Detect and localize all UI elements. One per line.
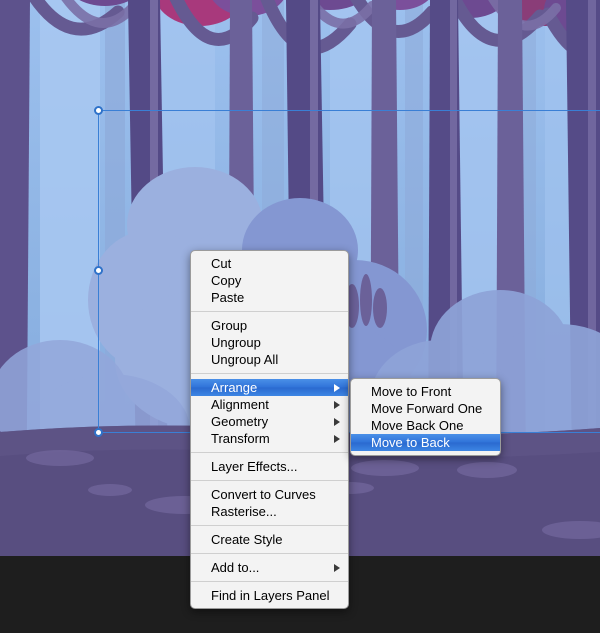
- menu-separator: [191, 452, 348, 453]
- menu-item-arrange[interactable]: Arrange: [191, 379, 348, 396]
- menu-separator: [191, 525, 348, 526]
- menu-item-label: Cut: [211, 256, 232, 271]
- submenu-item-move-forward-one[interactable]: Move Forward One: [351, 400, 500, 417]
- menu-item-label: Group: [211, 318, 248, 333]
- menu-item-label: Move Forward One: [371, 401, 483, 416]
- menu-item-label: Copy: [211, 273, 242, 288]
- menu-item-paste[interactable]: Paste: [191, 289, 348, 306]
- menu-separator: [191, 553, 348, 554]
- submenu-item-move-to-front[interactable]: Move to Front: [351, 383, 500, 400]
- menu-separator: [191, 373, 348, 374]
- menu-item-find-in-layers-panel[interactable]: Find in Layers Panel: [191, 587, 348, 604]
- menu-separator: [191, 581, 348, 582]
- menu-item-label: Rasterise...: [211, 504, 277, 519]
- menu-item-label: Convert to Curves: [211, 487, 316, 502]
- selection-handle-bottom-left[interactable]: [94, 428, 103, 437]
- menu-item-label: Arrange: [211, 380, 258, 395]
- selection-edge-top: [98, 110, 600, 111]
- chevron-right-icon: [334, 383, 340, 392]
- menu-item-label: Paste: [211, 290, 245, 305]
- menu-item-label: Move to Back: [371, 435, 450, 450]
- menu-item-label: Add to...: [211, 560, 260, 575]
- menu-item-label: Move to Front: [371, 384, 452, 399]
- menu-item-cut[interactable]: Cut: [191, 255, 348, 272]
- selection-handle-top-left[interactable]: [94, 106, 103, 115]
- menu-item-alignment[interactable]: Alignment: [191, 396, 348, 413]
- arrange-submenu[interactable]: Move to Front Move Forward One Move Back…: [350, 378, 501, 456]
- menu-item-label: Ungroup All: [211, 352, 279, 367]
- chevron-right-icon: [334, 434, 340, 443]
- menu-item-create-style[interactable]: Create Style: [191, 531, 348, 548]
- context-menu[interactable]: Cut Copy Paste Group Ungroup Ungroup All…: [190, 250, 349, 609]
- selection-handle-middle-left[interactable]: [94, 266, 103, 275]
- menu-item-label: Alignment: [211, 397, 269, 412]
- menu-item-label: Geometry: [211, 414, 269, 429]
- menu-item-geometry[interactable]: Geometry: [191, 413, 348, 430]
- menu-item-label: Find in Layers Panel: [211, 588, 330, 603]
- application-window: Cut Copy Paste Group Ungroup Ungroup All…: [0, 0, 600, 633]
- menu-item-label: Transform: [211, 431, 270, 446]
- menu-item-group[interactable]: Group: [191, 317, 348, 334]
- menu-item-rasterise[interactable]: Rasterise...: [191, 503, 348, 520]
- menu-separator: [191, 480, 348, 481]
- menu-item-label: Create Style: [211, 532, 283, 547]
- menu-separator: [191, 311, 348, 312]
- chevron-right-icon: [334, 563, 340, 572]
- menu-item-label: Layer Effects...: [211, 459, 298, 474]
- menu-item-layer-effects[interactable]: Layer Effects...: [191, 458, 348, 475]
- menu-item-add-to[interactable]: Add to...: [191, 559, 348, 576]
- menu-item-ungroup-all[interactable]: Ungroup All: [191, 351, 348, 368]
- chevron-right-icon: [334, 400, 340, 409]
- menu-item-label: Ungroup: [211, 335, 261, 350]
- submenu-item-move-back-one[interactable]: Move Back One: [351, 417, 500, 434]
- menu-item-label: Move Back One: [371, 418, 464, 433]
- selection-edge-bottom: [98, 432, 600, 433]
- menu-item-transform[interactable]: Transform: [191, 430, 348, 447]
- menu-item-convert-to-curves[interactable]: Convert to Curves: [191, 486, 348, 503]
- menu-item-ungroup[interactable]: Ungroup: [191, 334, 348, 351]
- menu-item-copy[interactable]: Copy: [191, 272, 348, 289]
- chevron-right-icon: [334, 417, 340, 426]
- submenu-item-move-to-back[interactable]: Move to Back: [351, 434, 500, 451]
